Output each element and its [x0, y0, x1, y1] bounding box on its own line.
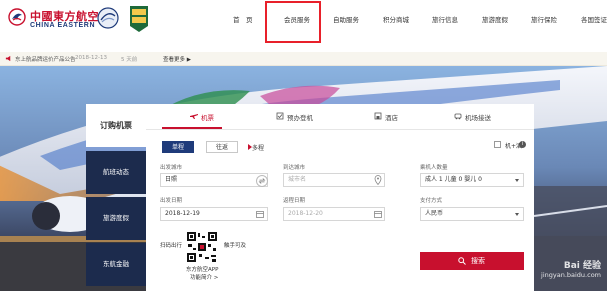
- app-promo-caption: 东方航空APP: [186, 267, 219, 273]
- tab-flights[interactable]: 机票: [201, 112, 214, 122]
- nav-home[interactable]: 首 页: [233, 14, 253, 24]
- passenger-count-select[interactable]: 成人 1 儿童 0 婴儿 0: [420, 173, 524, 187]
- tab-hotel[interactable]: 酒店: [385, 112, 398, 122]
- chevron-down-icon: [515, 179, 519, 182]
- tab-flight-status[interactable]: 航班动态: [86, 151, 146, 194]
- multi-city-link[interactable]: 多程: [252, 143, 264, 152]
- one-way-button[interactable]: 单程: [162, 141, 194, 153]
- from-city-label: 出发城市: [160, 165, 183, 171]
- logo-english-text[interactable]: CHINA EASTERN: [30, 22, 95, 29]
- search-button[interactable]: 搜索: [420, 252, 524, 270]
- from-city-input[interactable]: 日照: [160, 173, 268, 187]
- to-city-label: 到达城市: [283, 165, 306, 171]
- return-date-label: 返程日期: [283, 198, 306, 204]
- china-eastern-swallow-logo-icon[interactable]: [8, 8, 26, 26]
- baidu-watermark: Bai 经验: [563, 261, 601, 271]
- payment-method-select[interactable]: 人民币: [420, 207, 524, 221]
- notice-bar: 东上航品牌运价产品公告 2018-12-13 5 天前 查看更多 ▶: [0, 52, 607, 66]
- depart-date-input[interactable]: 2018-12-19: [160, 207, 268, 221]
- location-pin-icon: [374, 175, 382, 185]
- tab-holidays[interactable]: 旅游度假: [86, 197, 146, 240]
- calendar-icon: [256, 211, 264, 218]
- airport-transfer-icon: [454, 113, 462, 120]
- notice-date: 2018-12-13: [75, 55, 107, 61]
- app-promo-left-text: 扫码出行: [160, 243, 183, 249]
- round-trip-button[interactable]: 往返: [206, 141, 238, 153]
- app-features-link[interactable]: 功能简介 >: [190, 273, 218, 281]
- notice-age: 5 天前: [121, 57, 138, 63]
- nav-visas[interactable]: 各国签证: [581, 14, 607, 24]
- swap-cities-icon[interactable]: [256, 175, 268, 187]
- info-icon[interactable]: i: [519, 141, 526, 148]
- chevron-down-icon: [515, 213, 519, 216]
- tab-pre-checkin[interactable]: 预办登机: [287, 112, 313, 122]
- nav-holidays[interactable]: 旅游度假: [482, 14, 508, 24]
- to-city-input[interactable]: 城市名: [283, 173, 385, 187]
- tab-finance[interactable]: 东航金融: [86, 243, 146, 286]
- flight-hotel-checkbox[interactable]: [494, 141, 501, 148]
- tab-book-flights[interactable]: 订购机票: [86, 104, 146, 147]
- calendar-icon: [374, 211, 382, 218]
- check-in-icon: [276, 112, 284, 120]
- search-icon: [458, 257, 466, 265]
- tab-airport-transfer[interactable]: 机场接送: [465, 112, 491, 122]
- megaphone-icon: [5, 55, 11, 62]
- airplane-icon: [190, 114, 198, 119]
- baidu-watermark-url: jingyan.baidu.com: [541, 271, 601, 279]
- nav-points-mall[interactable]: 积分商城: [383, 14, 409, 24]
- nav-travel-info[interactable]: 旅行信息: [432, 14, 458, 24]
- payment-method-label: 支付方式: [420, 198, 443, 204]
- passenger-count-label: 乘机人数量: [420, 165, 448, 171]
- app-promo-right-text: 触手可及: [224, 243, 247, 249]
- view-more-link[interactable]: 查看更多 ▶: [163, 55, 191, 63]
- flight-booking-panel: 机票 预办登机 酒店 机场接送 单程 往返 多程 机+酒 i 出发城市 日照 到…: [146, 104, 534, 291]
- qr-code-icon[interactable]: [186, 231, 218, 263]
- top-header: 中國東方航空 CHINA EASTERN 首 页 会员服务 自助服务 积分商城 …: [0, 0, 607, 43]
- return-date-input[interactable]: 2018-12-20: [283, 207, 385, 221]
- depart-date-label: 出发日期: [160, 198, 183, 204]
- member-services-highlight-box: [265, 1, 321, 43]
- hotel-icon: [374, 112, 382, 120]
- nav-self-service[interactable]: 自助服务: [333, 14, 359, 24]
- nav-travel-insurance[interactable]: 旅行保险: [531, 14, 557, 24]
- notice-text[interactable]: 东上航品牌运价产品公告: [15, 55, 76, 63]
- quality-award-badge-icon: [130, 6, 148, 32]
- skyteam-logo-icon: [97, 7, 119, 29]
- tab-divider: [146, 129, 534, 130]
